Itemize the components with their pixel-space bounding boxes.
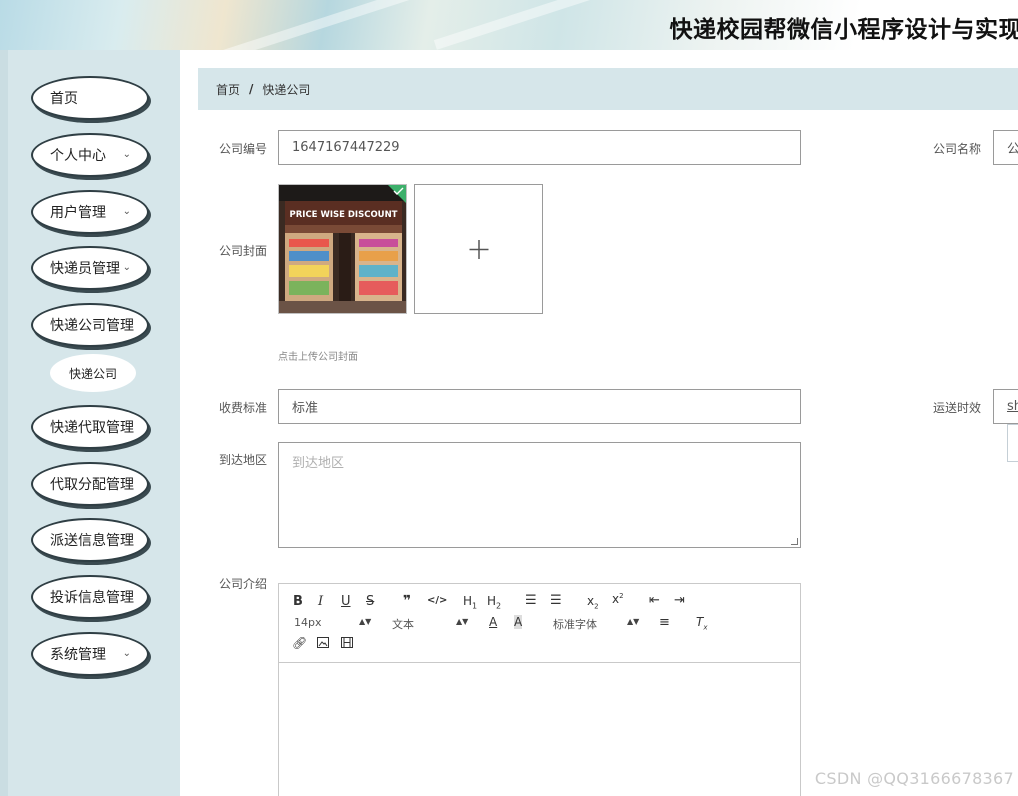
- chevron-down-icon: ⌄: [122, 648, 131, 659]
- area-textarea[interactable]: 到达地区: [278, 442, 801, 548]
- align-icon[interactable]: ≡: [659, 615, 670, 630]
- nav-label: 快递代取管理: [50, 420, 134, 436]
- nav-item-delivery-management[interactable]: 派送信息管理: [31, 518, 149, 562]
- breadcrumb-separator: /: [249, 82, 254, 96]
- dropdown-popup: [1007, 424, 1018, 462]
- intro-label: 公司介绍: [219, 577, 268, 591]
- cover-upload-button[interactable]: [414, 184, 543, 314]
- breadcrumb-home[interactable]: 首页: [216, 81, 240, 98]
- area-label: 到达地区: [219, 453, 268, 467]
- select-arrows-icon: ▲▼: [627, 617, 640, 626]
- underline-icon[interactable]: U: [341, 594, 351, 609]
- editor-toolbar: B I U S ❞ </> H1 H2 ☰ ☰ x2 x2 ⇤ ⇥ 14px ▲…: [279, 584, 800, 663]
- bold-icon[interactable]: B: [293, 594, 303, 609]
- fee-input[interactable]: 标准: [278, 389, 801, 424]
- italic-icon[interactable]: I: [318, 594, 323, 609]
- text-style-select[interactable]: 文本 ▲▼: [392, 616, 469, 632]
- subscript-icon[interactable]: x2: [587, 594, 599, 610]
- top-header: 快递校园帮微信小程序设计与实现: [0, 0, 1018, 50]
- font-family-select[interactable]: 标准字体 ▲▼: [553, 616, 640, 632]
- nav-label: 用户管理: [50, 205, 106, 221]
- company-no-label: 公司编号: [219, 142, 268, 156]
- store-photo-image: PRICE WISE DISCOUNT: [279, 185, 406, 313]
- nav-item-personal-center[interactable]: 个人中心 ⌄: [31, 133, 149, 177]
- nav-label: 快递员管理: [50, 261, 120, 277]
- nav-sub-label: 快递公司: [68, 366, 117, 381]
- cover-upload-hint: 点击上传公司封面: [278, 352, 358, 363]
- cover-label: 公司封面: [219, 244, 268, 258]
- background-color-icon[interactable]: A: [514, 615, 523, 629]
- app-title: 快递校园帮微信小程序设计与实现: [669, 17, 1018, 43]
- company-no-input[interactable]: 1647167447229: [278, 130, 801, 165]
- nav-item-user-management[interactable]: 用户管理 ⌄: [31, 190, 149, 234]
- heading2-icon[interactable]: H2: [487, 594, 501, 610]
- ordered-list-icon[interactable]: ☰: [525, 593, 537, 608]
- chevron-down-icon: ⌄: [122, 149, 131, 160]
- font-size-select[interactable]: 14px ▲▼: [294, 616, 371, 629]
- nav-label: 投诉信息管理: [50, 590, 134, 606]
- nav-item-home[interactable]: 首页: [31, 76, 149, 120]
- breadcrumb-current: 快递公司: [262, 82, 311, 97]
- indent-icon[interactable]: ⇥: [674, 593, 685, 608]
- image-icon[interactable]: [317, 637, 329, 651]
- nav-item-assignment-management[interactable]: 代取分配管理: [31, 462, 149, 506]
- nav-label: 系统管理: [50, 647, 106, 663]
- nav-item-company-management[interactable]: 快递公司管理: [31, 303, 149, 347]
- nav-label: 代取分配管理: [50, 477, 134, 493]
- outdent-icon[interactable]: ⇤: [649, 593, 660, 608]
- nav-item-pickup-management[interactable]: 快递代取管理: [31, 405, 149, 449]
- nav-label: 个人中心: [50, 148, 106, 164]
- resize-handle-icon[interactable]: [791, 538, 798, 545]
- text-style-value: 文本: [392, 618, 414, 631]
- nav-item-courier-management[interactable]: 快递员管理 ⌄: [31, 246, 149, 290]
- cover-thumbnail[interactable]: PRICE WISE DISCOUNT: [278, 184, 407, 314]
- nav-label: 快递公司管理: [50, 318, 134, 334]
- company-name-input[interactable]: 公: [993, 130, 1018, 165]
- font-color-icon[interactable]: A: [489, 615, 497, 629]
- delivery-time-input[interactable]: sh: [993, 389, 1018, 424]
- rich-text-editor[interactable]: B I U S ❞ </> H1 H2 ☰ ☰ x2 x2 ⇤ ⇥ 14px ▲…: [278, 583, 801, 796]
- bullet-list-icon[interactable]: ☰: [550, 593, 562, 608]
- delivery-time-label: 运送时效: [933, 401, 982, 415]
- superscript-icon[interactable]: x2: [612, 592, 624, 606]
- sidebar-edge: [0, 50, 8, 796]
- nav-subitem-express-company[interactable]: 快递公司: [50, 354, 136, 392]
- nav-item-system-management[interactable]: 系统管理 ⌄: [31, 632, 149, 676]
- blockquote-icon[interactable]: ❞: [403, 593, 411, 609]
- store-sign-text: PRICE WISE DISCOUNT: [290, 210, 398, 220]
- breadcrumb: 首页 / 快递公司: [198, 68, 1018, 110]
- company-name-label: 公司名称: [933, 142, 982, 156]
- plus-icon: [469, 240, 489, 259]
- strikethrough-icon[interactable]: S: [366, 594, 374, 609]
- code-block-icon[interactable]: </>: [427, 595, 447, 606]
- font-family-value: 标准字体: [553, 618, 597, 631]
- select-arrows-icon: ▲▼: [359, 617, 372, 626]
- heading1-icon[interactable]: H1: [463, 594, 477, 610]
- font-size-value: 14px: [294, 616, 322, 629]
- video-icon[interactable]: [341, 637, 353, 651]
- chevron-down-icon: ⌄: [122, 206, 131, 217]
- area-placeholder: 到达地区: [292, 456, 345, 471]
- watermark: CSDN @QQ3166678367: [814, 769, 1014, 788]
- nav-label: 派送信息管理: [50, 533, 134, 549]
- chevron-down-icon: ⌄: [122, 262, 131, 273]
- select-arrows-icon: ▲▼: [456, 617, 469, 626]
- fee-label: 收费标准: [219, 401, 268, 415]
- clear-format-icon[interactable]: Tx: [696, 615, 708, 631]
- link-icon[interactable]: 🔗︎: [292, 636, 307, 650]
- nav-item-complaint-management[interactable]: 投诉信息管理: [31, 575, 149, 619]
- nav-label: 首页: [50, 91, 78, 107]
